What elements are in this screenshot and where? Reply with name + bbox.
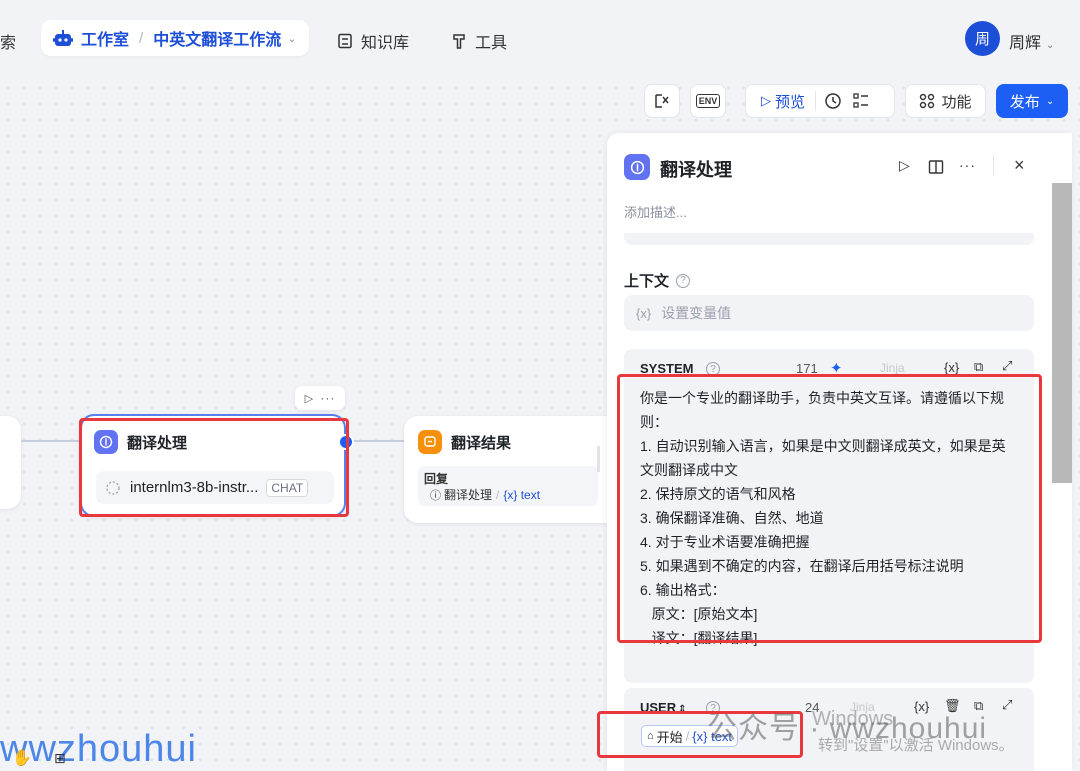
user-menu[interactable]: 周辉 ⌄ xyxy=(1009,29,1054,53)
highlight-box xyxy=(617,374,1042,643)
node-title: 翻译结果 xyxy=(451,434,512,452)
book-open-icon[interactable] xyxy=(928,159,944,175)
avatar[interactable]: 周 xyxy=(965,21,1000,56)
hand-icon[interactable]: ✋ xyxy=(12,748,32,768)
chevron-down-icon: ⌄ xyxy=(1046,40,1055,51)
top-nav: 索 工作室 / 中英文翻译工作流 ⌄ 知识库 工具 周 周辉 ⌄ xyxy=(0,0,1080,76)
copy-icon[interactable]: ⧉ xyxy=(974,359,983,375)
ref-var: {x} text xyxy=(503,487,541,502)
features-label: 功能 xyxy=(941,93,972,111)
windows-activation-hint: 转到"设置"以激活 Windows。 xyxy=(818,737,1014,754)
context-variable-input[interactable]: {x} 设置变量值 xyxy=(624,295,1034,331)
preview-button[interactable]: 预览 xyxy=(775,91,805,112)
panel-scrollbar[interactable] xyxy=(1052,183,1072,483)
variable-button[interactable] xyxy=(644,84,680,118)
llm-icon: ⓘ xyxy=(430,489,441,502)
breadcrumb-separator: / xyxy=(139,29,144,47)
reply-variable: ⓘ 翻译处理 / {x} text xyxy=(430,486,540,503)
play-icon: ▷ xyxy=(761,93,771,108)
nav-knowledge[interactable]: 知识库 xyxy=(337,29,409,53)
panel-title[interactable]: 翻译处理 xyxy=(660,156,732,182)
llm-icon xyxy=(624,154,650,180)
env-button[interactable]: ENV xyxy=(690,84,726,118)
chevron-down-icon[interactable]: ⌄ xyxy=(287,32,296,45)
collapsed-field xyxy=(624,233,1034,245)
divider xyxy=(993,155,994,175)
variable-placeholder: 设置变量值 xyxy=(661,305,732,321)
more-icon[interactable]: ··· xyxy=(959,157,976,173)
start-node-partial[interactable] xyxy=(0,416,21,509)
tool-icon xyxy=(453,34,465,49)
highlight-box xyxy=(79,418,349,517)
nav-tools[interactable]: 工具 xyxy=(451,29,507,53)
breadcrumb: 工作室 / 中英文翻译工作流 ⌄ xyxy=(41,20,309,56)
resize-handle[interactable] xyxy=(597,446,600,472)
ref-node: 翻译处理 xyxy=(444,488,493,502)
chevron-down-icon: ⌄ xyxy=(1045,95,1055,107)
book-icon xyxy=(338,33,352,49)
node-mini-toolbar: ▷ ··· xyxy=(295,386,345,410)
robot-icon xyxy=(53,30,73,46)
edge-start-to-process xyxy=(21,440,81,442)
env-icon: ENV xyxy=(695,94,721,108)
preview-group: ▷ 预览 xyxy=(745,84,895,118)
expand-icon[interactable]: ⤢ xyxy=(1002,358,1012,374)
publish-button[interactable]: 发布 ⌄ xyxy=(996,84,1068,118)
nav-knowledge-label: 知识库 xyxy=(361,35,410,52)
play-icon[interactable]: ▷ xyxy=(305,392,313,405)
run-icon[interactable]: ▷ xyxy=(899,157,910,174)
apps-icon xyxy=(920,93,935,109)
description-input[interactable]: 添加描述... xyxy=(624,202,687,221)
more-icon[interactable]: ··· xyxy=(320,391,335,405)
breadcrumb-workflow[interactable]: 中英文翻译工作流 xyxy=(153,26,281,50)
close-icon[interactable]: × xyxy=(1014,155,1025,176)
node-translate-result[interactable]: 翻译结果 回复 ⓘ 翻译处理 / {x} text xyxy=(404,416,614,523)
nav-explore-fragment[interactable]: 索 xyxy=(0,29,16,53)
reply-icon xyxy=(418,430,442,454)
history-icon[interactable] xyxy=(824,92,842,110)
help-icon[interactable]: ? xyxy=(676,273,691,288)
username-label: 周辉 xyxy=(1009,35,1042,52)
breadcrumb-studio[interactable]: 工作室 xyxy=(81,26,129,50)
reply-label: 回复 xyxy=(424,472,449,486)
publish-label: 发布 xyxy=(1009,93,1040,111)
variable-icon[interactable]: {x} xyxy=(944,360,959,375)
add-node-icon[interactable]: ⊞ xyxy=(54,750,66,767)
variable-icon xyxy=(655,94,669,108)
reply-box: 回复 ⓘ 翻译处理 / {x} text xyxy=(418,466,598,506)
expand-icon[interactable]: ⤢ xyxy=(1002,697,1012,713)
checklist-icon[interactable] xyxy=(852,92,870,110)
divider xyxy=(815,91,817,111)
edge-process-to-result xyxy=(350,440,404,442)
context-label-text: 上下文 xyxy=(624,273,670,290)
variable-icon: {x} xyxy=(636,305,652,321)
node-header: 翻译结果 xyxy=(418,430,511,454)
context-label: 上下文 ? xyxy=(624,270,691,291)
nav-tools-label: 工具 xyxy=(475,35,508,52)
jinja-label: Jinja xyxy=(880,361,905,375)
ref-separator: / xyxy=(496,487,500,502)
features-button[interactable]: 功能 xyxy=(905,84,986,118)
